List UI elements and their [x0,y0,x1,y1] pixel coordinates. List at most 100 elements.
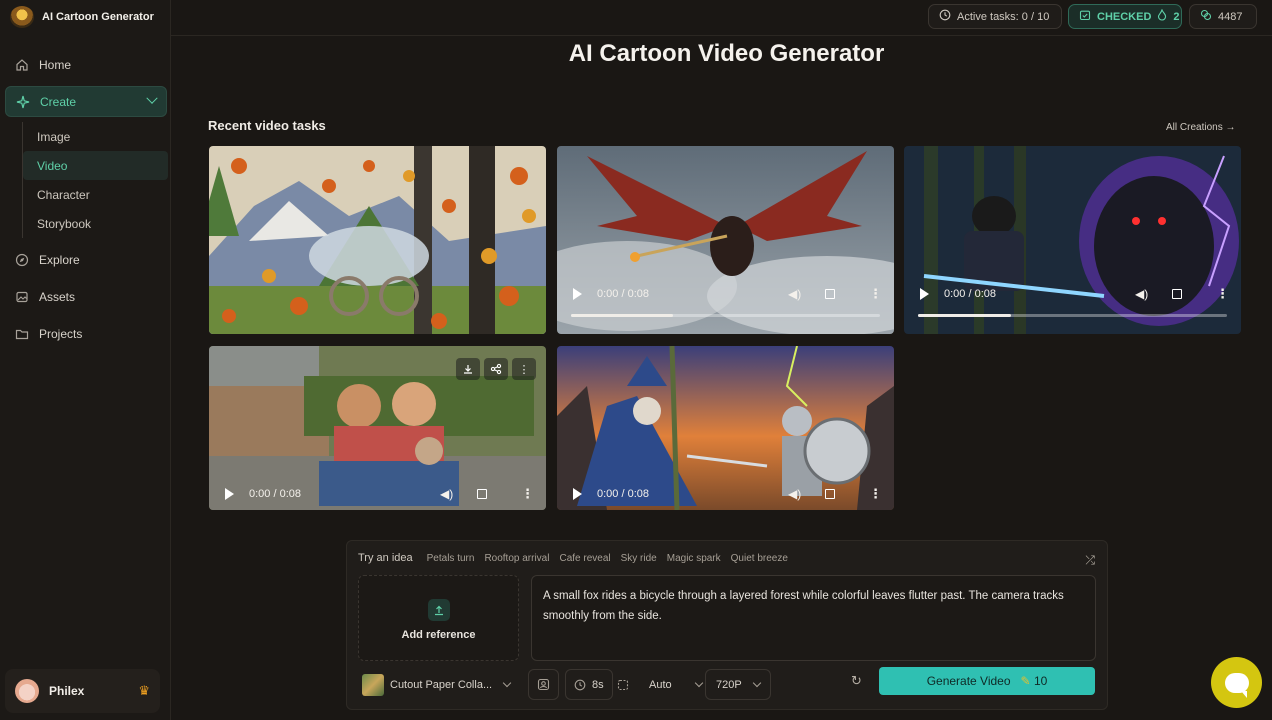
prompt-panel: Try an idea Petals turn Rooftop arrival … [346,540,1108,710]
fullscreen-icon[interactable] [825,289,835,299]
video-card-5[interactable]: 0:00 / 0:08 ◀) ⋮ [557,346,894,510]
checkin-pill[interactable]: CHECKED 2 [1068,4,1182,29]
video-progress-fill-2 [571,314,673,317]
nav-explore[interactable]: Explore [5,244,167,275]
add-reference-dropzone[interactable]: Add reference [358,575,519,661]
idea-chip[interactable]: Magic spark [667,553,721,564]
more-vertical-icon[interactable]: ⋮ [869,286,882,302]
play-icon[interactable] [920,288,929,300]
subnav-character[interactable]: Character [23,180,168,209]
chevron-down-icon [752,678,761,688]
play-icon[interactable] [573,288,582,300]
nav-projects[interactable]: Projects [5,318,167,349]
idea-chip[interactable]: Petals turn [427,553,475,564]
clock-icon [574,679,586,690]
shuffle-icon[interactable]: ⤮ [1085,553,1095,568]
video-controls-3: 0:00 / 0:08 ◀) ⋮ [904,282,1241,306]
volume-icon[interactable]: ◀) [788,487,801,501]
nav-assets[interactable]: Assets [5,281,167,312]
chevron-down-icon [502,678,512,688]
idea-chips: Try an idea Petals turn Rooftop arrival … [358,552,788,564]
credits-pill[interactable]: 4487 [1189,4,1257,29]
nav-assets-label: Assets [39,289,76,304]
coins-icon [1200,9,1212,24]
download-icon[interactable] [456,358,480,380]
volume-icon[interactable]: ◀) [788,287,801,301]
checked-count: 2 [1173,10,1180,23]
subnav-storybook[interactable]: Storybook [23,209,168,238]
all-creations-link[interactable]: All Creations → [1166,122,1235,133]
video-card-2[interactable]: 0:00 / 0:08 ◀) ⋮ [557,146,894,334]
video-progress-2[interactable] [571,314,880,317]
idea-chip[interactable]: Cafe reveal [559,553,610,564]
share-icon[interactable] [484,358,508,380]
idea-chip[interactable]: Quiet breeze [731,553,788,564]
subnav-image[interactable]: Image [23,122,168,151]
resolution-value: 720P [716,678,742,691]
video-progress-3[interactable] [918,314,1227,317]
style-select[interactable]: Cutout Paper Colla... [362,669,512,700]
idea-chip[interactable]: Rooftop arrival [484,553,549,564]
brand-name: AI Cartoon Generator [42,11,154,23]
crown-icon: ♛ [138,683,150,698]
video-controls-4: 0:00 / 0:08 ◀) ⋮ [209,482,546,506]
user-menu[interactable]: Philex ♛ [5,669,160,713]
sparkle-icon [16,95,30,109]
video-card-4[interactable]: ⋮ 0:00 / 0:08 ◀) ⋮ [209,346,546,510]
reset-icon[interactable]: ↻ [851,673,862,689]
duration-select[interactable]: 8s [565,669,613,700]
fullscreen-icon[interactable] [1172,289,1182,299]
volume-icon[interactable]: ◀) [440,487,453,501]
video-controls-2: 0:00 / 0:08 ◀) ⋮ [557,282,894,306]
subnav-video[interactable]: Video [23,151,168,180]
video-card-1[interactable] [209,146,546,334]
video-time-4: 0:00 / 0:08 [249,488,301,500]
active-tasks-text: Active tasks: 0 / 10 [957,10,1050,23]
sidebar: AI Cartoon Generator Home Create Image V… [0,0,171,720]
brand[interactable]: AI Cartoon Generator [10,6,154,28]
chevron-down-icon [146,92,158,104]
video-card-3[interactable]: 0:00 / 0:08 ◀) ⋮ [904,146,1241,334]
ratio-select[interactable]: Auto [617,669,703,700]
idea-chip[interactable]: Sky ride [621,553,657,564]
nav-create-label: Create [40,94,77,109]
play-icon[interactable] [225,488,234,500]
brand-logo [10,6,34,28]
nav-home[interactable]: Home [5,49,167,80]
flame-icon [1157,8,1167,24]
video-controls-5: 0:00 / 0:08 ◀) ⋮ [557,482,894,506]
duration-value: 8s [592,678,604,691]
style-thumbnail [362,673,384,696]
topbar: Active tasks: 0 / 10 CHECKED 2 4487 [171,0,1272,36]
generate-video-button[interactable]: Generate Video ✎ 10 [879,667,1095,695]
character-box [528,669,559,700]
create-subnav: Image Video Character Storybook [22,122,168,238]
user-name: Philex [49,684,85,698]
character-button[interactable] [528,669,559,700]
volume-icon[interactable]: ◀) [1135,287,1148,301]
checked-label: CHECKED [1097,10,1152,23]
chat-bubble-icon [1224,672,1249,698]
calendar-check-icon [1079,9,1091,24]
more-vertical-icon[interactable]: ⋮ [869,486,882,502]
generate-cost-value: 10 [1033,674,1048,688]
section-title: Recent video tasks [208,118,326,133]
nav-explore-label: Explore [39,252,80,267]
aspect-ratio-icon [617,679,629,690]
active-tasks-pill[interactable]: Active tasks: 0 / 10 [928,4,1062,29]
resolution-select[interactable]: 720P [705,669,771,700]
prompt-textarea[interactable]: A small fox rides a bicycle through a la… [531,575,1096,661]
credits-value: 4487 [1218,10,1243,23]
fullscreen-icon[interactable] [825,489,835,499]
chat-widget-button[interactable] [1211,657,1262,708]
play-icon[interactable] [573,488,582,500]
portrait-icon [537,678,550,691]
compass-icon [15,253,29,267]
fullscreen-icon[interactable] [477,489,487,499]
nav-create[interactable]: Create [5,86,167,117]
more-vertical-icon[interactable]: ⋮ [521,486,534,502]
more-vertical-icon[interactable]: ⋮ [1216,286,1229,302]
generate-cost: ✎ 10 [1021,674,1048,688]
chevron-down-icon [694,678,703,688]
more-vertical-icon[interactable]: ⋮ [512,358,536,380]
